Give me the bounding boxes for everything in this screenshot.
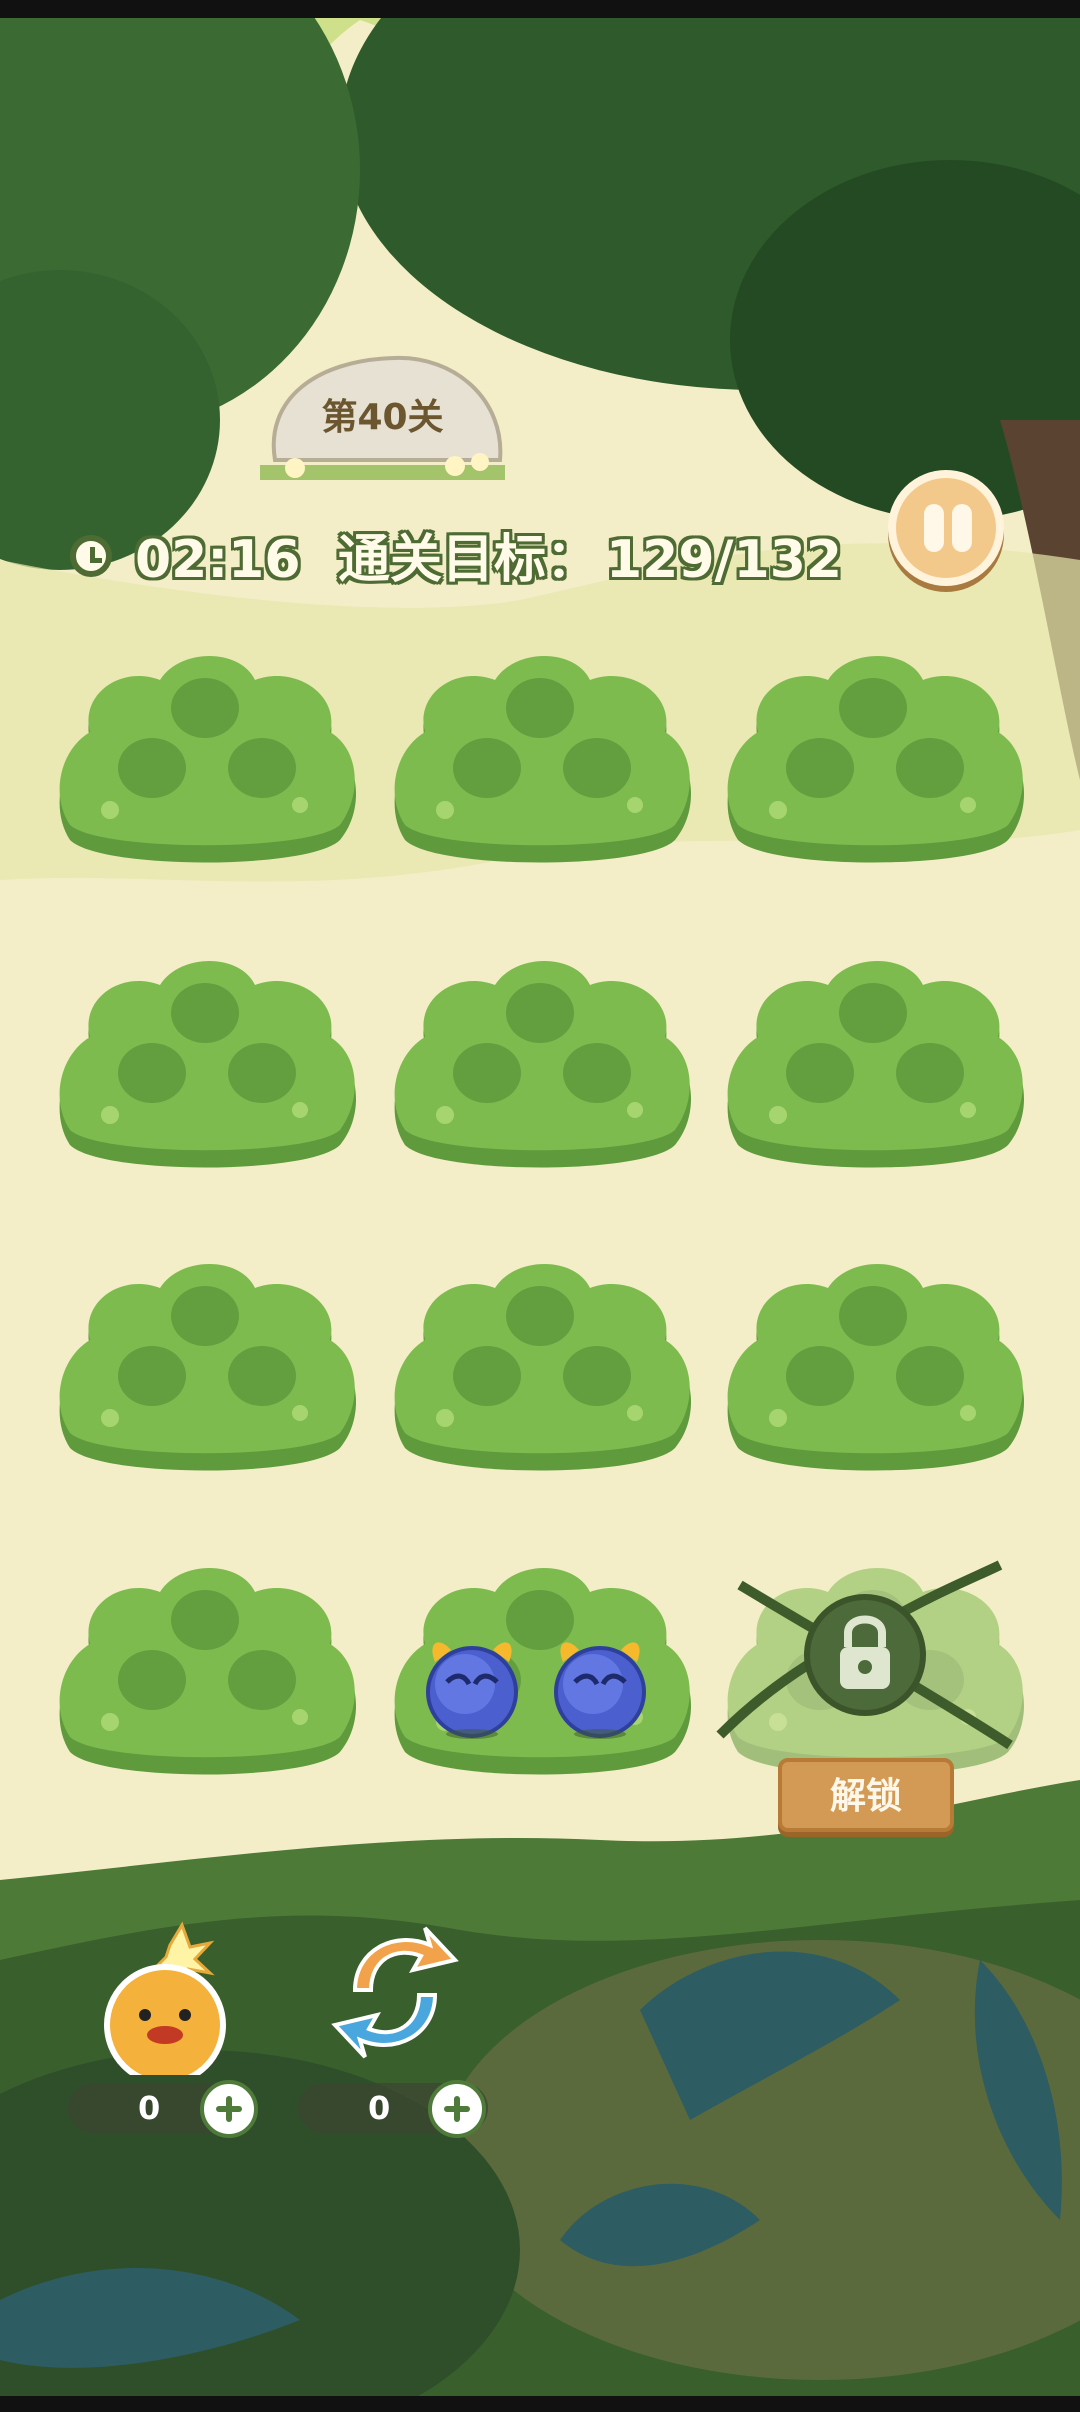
game-stage: 第40关 02:16 通关目标： 129/132 解锁 0 0 bbox=[0, 0, 1080, 2412]
blue-creature-piece[interactable] bbox=[417, 1632, 527, 1742]
bush-cell[interactable] bbox=[708, 1248, 1038, 1488]
pause-icon bbox=[924, 504, 944, 552]
level-title-stone: 第40关 bbox=[255, 340, 510, 500]
bush-cell[interactable] bbox=[375, 945, 705, 1185]
bush-cell[interactable] bbox=[40, 1248, 370, 1488]
level-title: 第40关 bbox=[321, 397, 444, 438]
bush-cell[interactable] bbox=[40, 1552, 370, 1792]
timer-icon bbox=[70, 535, 112, 577]
bush-cell[interactable] bbox=[40, 640, 370, 880]
goal-progress: 129/132 bbox=[606, 530, 843, 590]
goal-label: 通关目标： bbox=[338, 530, 599, 590]
bush-cell[interactable] bbox=[708, 945, 1038, 1185]
powerup-bomb[interactable] bbox=[100, 1915, 230, 2086]
bush-cell[interactable] bbox=[375, 640, 705, 880]
powerup-shuffle[interactable] bbox=[325, 1920, 465, 2065]
pause-button[interactable] bbox=[888, 470, 1004, 586]
add-shuffle-button[interactable] bbox=[428, 2080, 486, 2138]
bush-cell[interactable] bbox=[375, 1248, 705, 1488]
shuffle-count: 0 bbox=[368, 2089, 391, 2127]
bomb-chick-icon bbox=[104, 1921, 226, 2086]
add-bomb-button[interactable] bbox=[200, 2080, 258, 2138]
locked-cell[interactable] bbox=[700, 1555, 1030, 1755]
bush-cell[interactable] bbox=[40, 945, 370, 1185]
unlock-button[interactable]: 解锁 bbox=[778, 1758, 954, 1832]
vine-lock-icon bbox=[716, 1560, 1013, 1750]
bush-cell[interactable] bbox=[708, 640, 1038, 880]
bomb-count: 0 bbox=[138, 2089, 161, 2127]
shuffle-icon bbox=[331, 1926, 459, 2059]
blue-creature-piece[interactable] bbox=[545, 1632, 655, 1742]
timer-value: 02:16 bbox=[135, 530, 301, 590]
